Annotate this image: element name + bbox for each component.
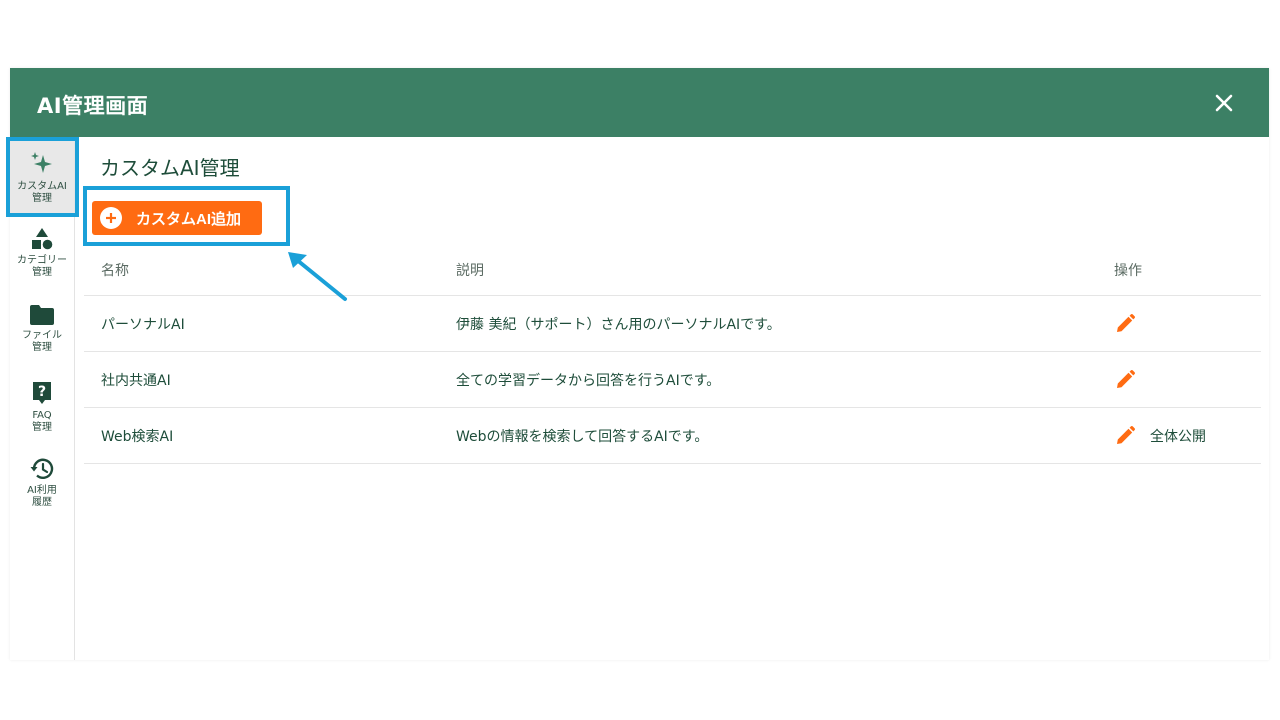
sidebar: カスタムAI 管理 カテゴリー 管理 ファイル 管理 ? FAQ 管理 AI利用… <box>6 137 79 660</box>
sidebar-item-faq[interactable]: ? FAQ 管理 <box>10 380 74 434</box>
shapes-icon <box>32 228 53 250</box>
plus-circle-icon <box>100 207 122 229</box>
row-description: 伊藤 美紀（サポート）さん用のパーソナルAIです。 <box>456 316 781 333</box>
row-name: 社内共通AI <box>101 372 171 389</box>
sidebar-item-label: AI利用 <box>27 485 57 496</box>
sidebar-item-file[interactable]: ファイル 管理 <box>10 304 74 354</box>
row-name: パーソナルAI <box>101 316 185 333</box>
row-actions <box>1114 352 1150 407</box>
sidebar-item-label: カスタムAI <box>17 181 67 192</box>
sidebar-item-category[interactable]: カテゴリー 管理 <box>10 227 74 279</box>
add-custom-ai-button[interactable]: カスタムAI追加 <box>92 201 262 235</box>
sidebar-item-label: FAQ <box>32 410 52 421</box>
row-actions: 全体公開 <box>1114 408 1206 463</box>
row-actions <box>1114 296 1150 351</box>
main-content: カスタムAI管理 カスタムAI追加 名称 説明 操作 パーソナルAI 伊藤 美紀… <box>83 137 1269 660</box>
sidebar-item-label: 管理 <box>32 193 52 204</box>
question-icon: ? <box>33 382 51 404</box>
table-row: Web検索AI Webの情報を検索して回答するAIです。 全体公開 <box>84 408 1261 464</box>
history-icon <box>30 458 54 479</box>
custom-ai-table: 名称 説明 操作 パーソナルAI 伊藤 美紀（サポート）さん用のパーソナルAIで… <box>84 244 1261 464</box>
header-name: 名称 <box>101 262 129 279</box>
close-icon <box>1215 94 1233 112</box>
pointer-arrow-icon <box>288 252 347 301</box>
table-row: 社内共通AI 全ての学習データから回答を行うAIです。 <box>84 352 1261 408</box>
window-title: AI管理画面 <box>37 94 149 118</box>
row-description: Webの情報を検索して回答するAIです。 <box>456 428 709 445</box>
row-description: 全ての学習データから回答を行うAIです。 <box>456 372 721 389</box>
row-name: Web検索AI <box>101 428 174 445</box>
table-row: パーソナルAI 伊藤 美紀（サポート）さん用のパーソナルAIです。 <box>84 296 1261 352</box>
header-actions: 操作 <box>1114 262 1142 279</box>
page-title: カスタムAI管理 <box>100 156 240 180</box>
ai-management-window: AI管理画面 カスタムAI 管理 カテゴリー 管理 ファイル 管理 ? FAQ … <box>6 68 1269 660</box>
sparkle-icon <box>31 152 52 173</box>
svg-text:?: ? <box>38 384 46 400</box>
edit-pencil-icon[interactable] <box>1114 369 1136 391</box>
sidebar-item-custom-ai[interactable]: カスタムAI 管理 <box>10 141 74 215</box>
sidebar-item-label: ファイル <box>22 330 62 341</box>
sidebar-item-label: 履歴 <box>32 497 52 508</box>
title-bar: AI管理画面 <box>10 68 1269 137</box>
table-header: 名称 説明 操作 <box>84 244 1261 296</box>
sidebar-item-label: カテゴリー <box>17 255 67 266</box>
sidebar-item-label: 管理 <box>32 267 52 278</box>
edit-pencil-icon[interactable] <box>1114 425 1136 447</box>
add-custom-ai-label: カスタムAI追加 <box>136 210 242 228</box>
sidebar-item-label: 管理 <box>32 342 52 353</box>
sidebar-item-label: 管理 <box>32 422 52 433</box>
sidebar-item-ai-history[interactable]: AI利用 履歴 <box>10 457 74 509</box>
edit-pencil-icon[interactable] <box>1114 313 1136 335</box>
close-button[interactable] <box>1211 90 1237 116</box>
header-description: 説明 <box>456 262 484 279</box>
folder-icon <box>30 305 54 325</box>
public-label: 全体公開 <box>1150 428 1206 445</box>
